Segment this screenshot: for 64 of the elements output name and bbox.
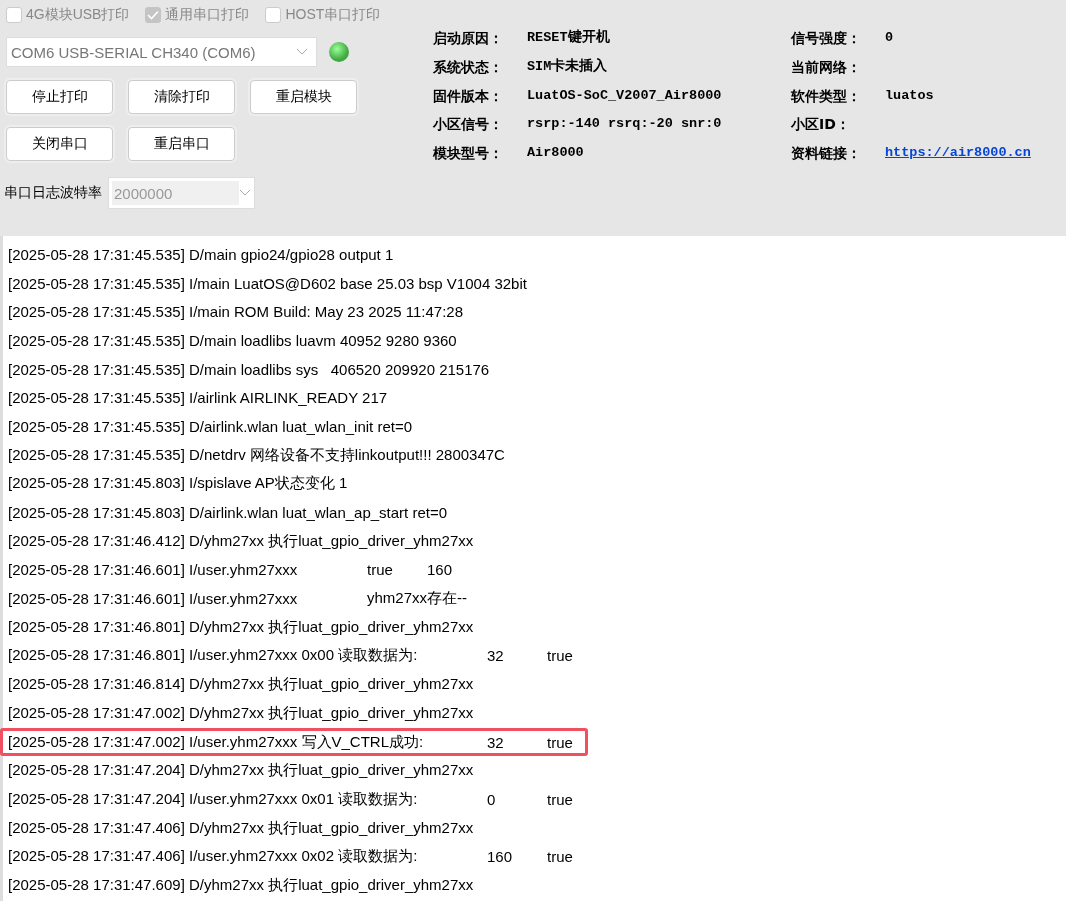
info-label: 小区ID：	[791, 115, 851, 135]
log-text: 160	[487, 848, 514, 866]
info-label: 当前网络：	[791, 57, 862, 77]
log-text: [2025-05-28 17:31:45.535] I/main ROM Build: May 23 2025 11:47:28	[8, 303, 465, 321]
print-option-checkbox[interactable]: HOST串口打印	[265, 6, 381, 24]
log-text: [2025-05-28 17:31:46.801] D/yhm27xx 执行luat_gpio_driver_yhm27xx	[8, 617, 475, 637]
log-text: 32	[487, 733, 505, 751]
baud-rate-label: 串口日志波特率	[4, 184, 102, 202]
log-text: [2025-05-28 17:31:46.601] I/user.yhm27xxx	[8, 590, 299, 608]
log-text: [2025-05-28 17:31:46.601] I/user.yhm27xxx	[8, 561, 299, 579]
chevron-down-icon	[239, 189, 251, 197]
log-text: [2025-05-28 17:31:47.002] D/yhm27xx 执行luat_gpio_driver_yhm27xx	[8, 703, 475, 723]
log-text: [2025-05-28 17:31:46.814] D/yhm27xx 执行luat_gpio_driver_yhm27xx	[8, 675, 475, 695]
log-text: [2025-05-28 17:31:45.535] D/main loadlibs sys 406520 209920 215176	[8, 360, 491, 378]
info-value: RESET键开机	[527, 28, 611, 47]
log-text: [2025-05-28 17:31:47.204] D/yhm27xx 执行luat_gpio_driver_yhm27xx	[8, 761, 475, 781]
action-button[interactable]: 重启模块	[250, 80, 357, 114]
log-text: true	[547, 790, 574, 808]
log-text: [2025-05-28 17:31:45.803] D/airlink.wlan luat_wlan_ap_start ret=0	[8, 504, 449, 522]
info-label: 信号强度：	[791, 29, 862, 48]
docs-link[interactable]: https://air8000.cn	[885, 139, 1031, 168]
action-button[interactable]: 停止打印	[6, 80, 113, 114]
log-text: [2025-05-28 17:31:45.535] D/main gpio24/gpio28 output 1	[8, 245, 395, 263]
info-value: 0	[885, 29, 895, 47]
log-text: true	[547, 848, 574, 866]
log-text: [2025-05-28 17:31:45.535] I/airlink AIRLINK_READY 217	[8, 389, 389, 407]
log-text: [2025-05-28 17:31:45.803] I/spislave AP状态变化 1	[8, 474, 349, 494]
info-value: luatos	[885, 86, 935, 105]
log-text: true	[547, 733, 574, 751]
info-value: Air8000	[527, 144, 585, 163]
info-label: 模块型号：	[433, 144, 504, 164]
log-text: [2025-05-28 17:31:46.412] D/yhm27xx 执行luat_gpio_driver_yhm27xx	[8, 531, 475, 551]
log-text: [2025-05-28 17:31:45.535] I/main LuatOS@D602 base 25.03 bsp V1004 32bit	[8, 274, 528, 292]
log-text: 160	[427, 561, 454, 579]
info-value: LuatOS-SoC_V2007_Air8000	[527, 86, 723, 105]
log-text: true	[367, 561, 394, 579]
check-icon	[147, 10, 160, 20]
log-text: yhm27xx存在--	[367, 589, 467, 609]
log-text: [2025-05-28 17:31:47.609] D/yhm27xx 执行luat_gpio_driver_yhm27xx	[8, 875, 475, 895]
log-text: true	[547, 647, 574, 665]
info-label: 软件类型：	[791, 86, 862, 106]
info-label: 小区信号：	[433, 115, 504, 135]
log-text: [2025-05-28 17:31:47.406] I/user.yhm27xxx 0x02 读取数据为:	[8, 847, 419, 867]
log-text: [2025-05-28 17:31:47.406] D/yhm27xx 执行luat_gpio_driver_yhm27xx	[8, 818, 475, 838]
info-label: 启动原因：	[433, 29, 504, 48]
info-label: 资料链接：	[791, 144, 862, 164]
action-button[interactable]: 关闭串口	[6, 127, 113, 161]
action-button[interactable]: 清除打印	[128, 80, 235, 114]
info-label: 固件版本：	[433, 86, 504, 106]
log-text: [2025-05-28 17:31:45.535] D/netdrv 网络设备不支持linkoutput!!! 2800347C	[8, 445, 506, 465]
log-text: [2025-05-28 17:31:47.002] I/user.yhm27xxx 写入V_CTRL成功:	[8, 732, 425, 752]
log-text: 32	[487, 647, 505, 665]
action-button[interactable]: 重启串口	[128, 127, 235, 161]
log-text: [2025-05-28 17:31:47.204] I/user.yhm27xxx 0x01 读取数据为:	[8, 789, 419, 809]
info-label: 系统状态：	[433, 57, 504, 77]
info-value: SIM卡未插入	[527, 57, 609, 76]
info-value: rsrp:-140 rsrq:-20 snr:0	[527, 115, 723, 134]
log-text: 0	[487, 790, 497, 808]
chevron-down-icon	[296, 48, 308, 56]
port-dropdown[interactable]: COM6 USB-SERIAL CH340 (COM6)	[6, 37, 317, 67]
log-text: [2025-05-28 17:31:46.801] I/user.yhm27xxx 0x00 读取数据为:	[8, 646, 419, 666]
log-text: [2025-05-28 17:31:45.535] D/main loadlibs luavm 40952 9280 9360	[8, 331, 458, 349]
print-option-checkbox[interactable]: 通用串口打印	[145, 6, 250, 24]
log-text: [2025-05-28 17:31:45.535] D/airlink.wlan luat_wlan_init ret=0	[8, 417, 413, 435]
